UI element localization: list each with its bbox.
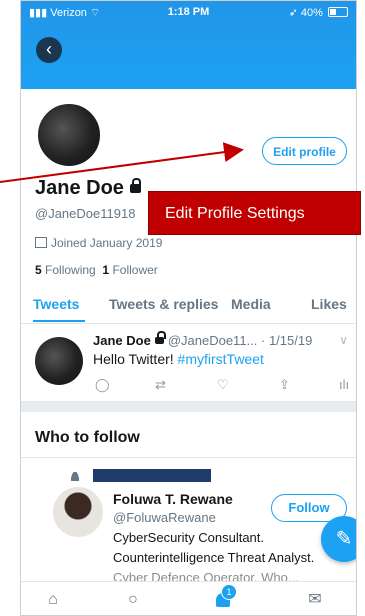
divider (21, 457, 356, 458)
back-arrow-icon: ‹ (46, 39, 52, 59)
chevron-down-icon[interactable]: ∨ (339, 333, 348, 347)
following-link[interactable]: 5 Following (35, 263, 96, 277)
lock-icon (129, 178, 141, 193)
annotation-callout: Edit Profile Settings (148, 191, 361, 235)
home-icon[interactable]: ⌂ (41, 588, 65, 612)
suggestion-avatar[interactable] (53, 487, 103, 537)
suggestion-bio: Counterintelligence Threat Analyst. (113, 550, 315, 565)
reply-icon[interactable]: ◯ (95, 377, 110, 393)
battery-indicator: ➶ 40% (289, 6, 348, 19)
mail-icon[interactable]: ✉ (303, 588, 327, 612)
tab-tweets[interactable]: Tweets (33, 296, 79, 312)
suggestion-name[interactable]: Foluwa T. Rewane (113, 491, 233, 507)
profile-name: Jane Doe (35, 177, 141, 200)
compose-button[interactable]: ✎ (321, 516, 356, 562)
redacted-text (93, 469, 211, 482)
profile-handle: @JaneDoe11918 (35, 206, 136, 221)
back-button[interactable]: ‹ (36, 37, 62, 63)
person-icon (71, 472, 79, 481)
tab-tweets-replies[interactable]: Tweets & replies (109, 296, 218, 312)
notification-badge: 1 (221, 584, 237, 600)
tab-media[interactable]: Media (231, 296, 271, 312)
phone-screen: ▮▮▮ Verizon ⌔ 1:18 PM ➶ 40% ‹ Edit profi… (20, 0, 357, 616)
active-tab-indicator (33, 320, 85, 322)
share-icon[interactable]: ⇪ (279, 377, 290, 393)
location-icon: ➶ (288, 7, 298, 19)
tab-likes[interactable]: Likes (311, 296, 347, 312)
heart-icon[interactable]: ♡ (217, 377, 229, 393)
who-to-follow-title: Who to follow (35, 429, 140, 446)
calendar-icon (35, 237, 47, 248)
suggestion-handle: @FoluwaRewane (113, 510, 216, 525)
tweet-item[interactable]: Jane Doe @JaneDoe11... · 1/15/19 ∨ Hello … (21, 325, 356, 402)
tweet-header: Jane Doe @JaneDoe11... · 1/15/19 (93, 331, 313, 348)
suggestion-bio: CyberSecurity Consultant. (113, 530, 265, 545)
analytics-icon[interactable]: ılı (339, 377, 349, 392)
bell-icon[interactable]: 1 (211, 584, 237, 612)
profile-tabs: Tweets Tweets & replies Media Likes (21, 291, 356, 324)
joined-date: Joined January 2019 (35, 236, 162, 250)
follow-stats: 5 Following 1 Follower (35, 263, 158, 277)
profile-avatar[interactable] (35, 101, 103, 169)
suggestion-context (71, 467, 211, 482)
followers-link[interactable]: 1 Follower (102, 263, 157, 277)
section-separator (21, 402, 356, 412)
compose-icon: ✎ (335, 528, 353, 550)
edit-profile-button[interactable]: Edit profile (262, 137, 347, 165)
tweet-text: Hello Twitter! #myfirstTweet (93, 351, 264, 367)
search-icon[interactable]: ○ (121, 588, 145, 612)
hashtag-link[interactable]: #myfirstTweet (178, 351, 264, 367)
status-bar: ▮▮▮ Verizon ⌔ 1:18 PM ➶ 40% (21, 1, 356, 23)
lock-icon (154, 331, 166, 344)
tweet-avatar[interactable] (35, 337, 83, 385)
bottom-nav: ⌂ ○ 1 ✉ (21, 581, 356, 615)
battery-icon (328, 7, 348, 17)
retweet-icon[interactable]: ⇄ (155, 377, 166, 393)
